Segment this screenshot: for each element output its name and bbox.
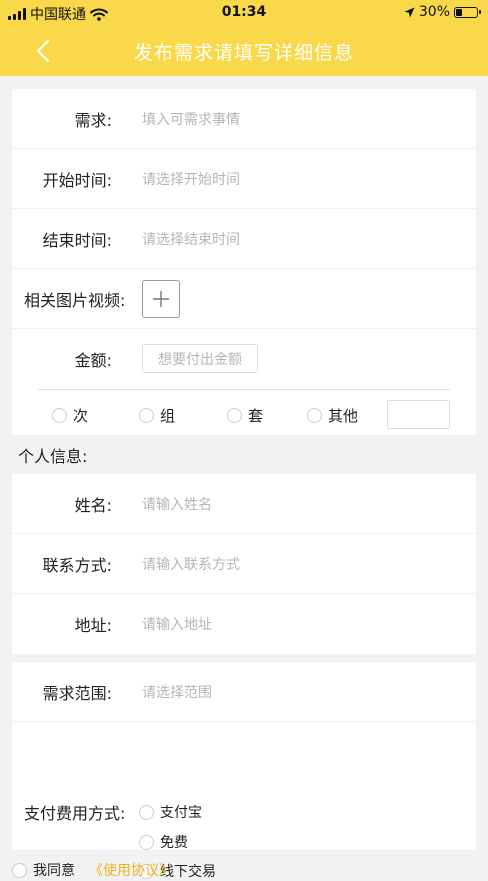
request-card: 需求: 填入可需求事情 开始时间: 请选择开始时间 结束时间: 请选择结束时间 … (12, 89, 476, 435)
agreement-row: 我同意 《使用协议》 (12, 860, 173, 880)
radio-icon (52, 407, 67, 423)
usage-agreement-link[interactable]: 《使用协议》 (89, 860, 173, 880)
unit-option-ci[interactable]: 次 (52, 395, 88, 435)
agree-text: 我同意 (33, 863, 75, 879)
start-time-row[interactable]: 开始时间: 请选择开始时间 (12, 149, 476, 209)
contact-label: 联系方式: (42, 555, 112, 575)
end-time-picker[interactable]: 请选择结束时间 (142, 209, 240, 268)
amount-input[interactable]: 想要付出金额 (142, 344, 258, 373)
page-title: 发布需求请填写详细信息 (133, 42, 354, 64)
media-row: 相关图片视频: (12, 269, 476, 329)
payment-option-free[interactable]: 免费 (139, 832, 188, 852)
status-bar: 中国联通 01:34 30% (0, 0, 488, 26)
amount-row: 金额: 想要付出金额 (12, 329, 476, 389)
media-label: 相关图片视频: (24, 290, 126, 310)
radio-icon (307, 407, 322, 423)
demand-row[interactable]: 需求: 填入可需求事情 (12, 89, 476, 149)
demand-input[interactable]: 填入可需求事情 (142, 89, 240, 148)
end-time-label: 结束时间: (42, 230, 112, 250)
name-label: 姓名: (74, 495, 112, 515)
unit-option-label: 套 (248, 406, 264, 425)
name-row[interactable]: 姓名: 请输入姓名 (12, 474, 476, 534)
header-bar: 中国联通 01:34 30% 发布需求请填写详细信息 (0, 0, 488, 76)
payment-option-alipay[interactable]: 支付宝 (139, 802, 202, 822)
nav-bar: 发布需求请填写详细信息 (0, 26, 488, 76)
name-input[interactable]: 请输入姓名 (142, 474, 212, 533)
unit-option-other[interactable]: 其他 (307, 395, 358, 435)
demand-label: 需求: (74, 110, 112, 130)
start-time-label: 开始时间: (42, 170, 112, 190)
amount-label: 金额: (74, 351, 112, 370)
end-time-row[interactable]: 结束时间: 请选择结束时间 (12, 209, 476, 269)
contact-row[interactable]: 联系方式: 请输入联系方式 (12, 534, 476, 594)
other-unit-input[interactable] (387, 400, 450, 429)
unit-option-tao[interactable]: 套 (227, 395, 263, 435)
address-row[interactable]: 地址: 请输入地址 (12, 594, 476, 654)
location-arrow-icon (404, 7, 415, 17)
scope-label: 需求范围: (42, 683, 112, 703)
start-time-picker[interactable]: 请选择开始时间 (142, 149, 240, 208)
personal-card: 姓名: 请输入姓名 联系方式: 请输入联系方式 地址: 请输入地址 (12, 474, 476, 654)
address-input[interactable]: 请输入地址 (142, 594, 212, 654)
unit-option-label: 次 (73, 406, 89, 425)
unit-option-label: 其他 (328, 406, 359, 425)
contact-input[interactable]: 请输入联系方式 (142, 534, 240, 593)
address-label: 地址: (74, 616, 112, 635)
payment-option-label: 免费 (160, 835, 188, 851)
battery-percent: 30% (418, 4, 450, 20)
scope-row[interactable]: 需求范围: 请选择范围 (12, 662, 476, 722)
unit-options: 次 组 套 其他 (12, 395, 476, 435)
radio-icon (139, 804, 154, 820)
amount-divider (38, 389, 450, 390)
personal-info-heading: 个人信息: (18, 447, 88, 466)
unit-option-label: 组 (160, 406, 176, 425)
radio-icon (227, 407, 242, 423)
scope-picker[interactable]: 请选择范围 (142, 662, 212, 721)
scope-card: 需求范围: 请选择范围 支付费用方式: 支付宝 免费 线下交易 (12, 662, 476, 880)
radio-icon (139, 407, 154, 423)
unit-option-zu[interactable]: 组 (139, 395, 175, 435)
add-media-button[interactable] (142, 280, 180, 318)
payment-option-label: 支付宝 (160, 805, 202, 821)
payment-label: 支付费用方式: (24, 804, 126, 823)
agree-checkbox[interactable] (12, 862, 27, 878)
plus-icon (153, 291, 169, 307)
battery-icon (454, 6, 481, 18)
radio-icon (139, 834, 154, 850)
payment-row: 支付费用方式: 支付宝 免费 线下交易 (12, 722, 476, 880)
